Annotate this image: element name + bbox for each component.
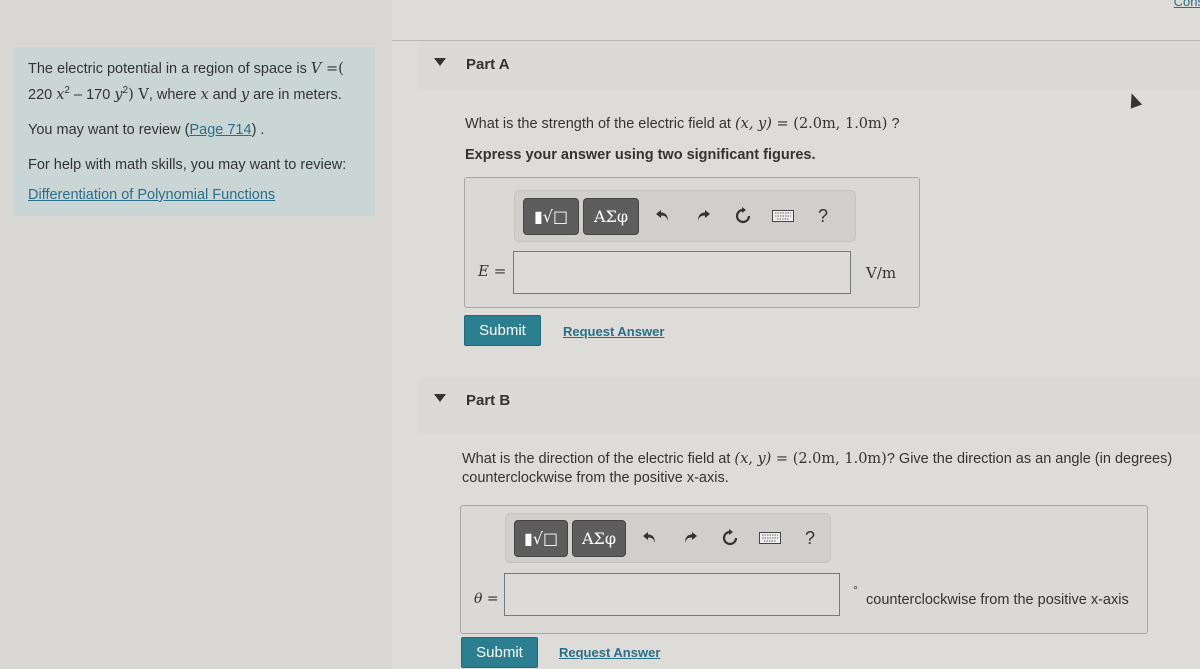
part-a-instruction: Express your answer using two significan… bbox=[465, 147, 816, 163]
e-answer-input[interactable] bbox=[513, 251, 851, 294]
collapse-triangle-icon[interactable] bbox=[434, 394, 446, 402]
part-a-request-answer-link[interactable]: Request Answer bbox=[563, 324, 664, 339]
part-b-math-toolbar: ▮√□ ΑΣφ ? bbox=[505, 513, 831, 563]
part-a-title: Part A bbox=[466, 56, 510, 73]
problem-intro: The electric potential in a region of sp… bbox=[14, 47, 375, 216]
part-a-math-toolbar: ▮√□ ΑΣφ ? bbox=[514, 190, 856, 242]
greek-symbols-button[interactable]: ΑΣφ bbox=[583, 197, 639, 235]
part-a-submit-button[interactable]: Submit bbox=[464, 315, 541, 346]
redo-icon[interactable] bbox=[683, 209, 723, 223]
greek-symbols-button[interactable]: ΑΣφ bbox=[572, 519, 626, 557]
theta-field-label: θ = bbox=[474, 591, 499, 607]
direction-unit-label: counterclockwise from the positive x-axi… bbox=[866, 592, 1129, 608]
e-field-label: E = bbox=[478, 262, 507, 280]
keyboard-icon[interactable] bbox=[750, 532, 790, 544]
part-a-header[interactable]: Part A bbox=[418, 42, 1200, 90]
part-b-request-answer-link[interactable]: Request Answer bbox=[559, 645, 660, 660]
constants-link[interactable]: Cons bbox=[1174, 0, 1200, 9]
help-icon[interactable]: ? bbox=[803, 206, 843, 227]
redo-icon[interactable] bbox=[670, 531, 710, 545]
reset-icon[interactable] bbox=[710, 529, 750, 547]
part-a-question: What is the strength of the electric fie… bbox=[465, 116, 900, 132]
differentiation-link[interactable]: Differentiation of Polynomial Functions bbox=[28, 187, 275, 203]
templates-button[interactable]: ▮√□ bbox=[523, 197, 579, 235]
help-icon[interactable]: ? bbox=[790, 528, 830, 549]
part-b-title: Part B bbox=[466, 392, 511, 409]
degree-symbol: ° bbox=[853, 583, 858, 597]
collapse-triangle-icon[interactable] bbox=[434, 58, 446, 66]
divider bbox=[392, 40, 1200, 41]
undo-icon[interactable] bbox=[643, 209, 683, 223]
keyboard-icon[interactable] bbox=[763, 210, 803, 222]
part-b-submit-button[interactable]: Submit bbox=[461, 637, 538, 668]
page-714-link[interactable]: Page 714 bbox=[189, 122, 251, 138]
help-text: For help with math skills, you may want … bbox=[28, 156, 347, 173]
templates-button[interactable]: ▮√□ bbox=[514, 519, 568, 557]
part-b-question: What is the direction of the electric fi… bbox=[462, 451, 1173, 486]
undo-icon[interactable] bbox=[630, 531, 670, 545]
problem-statement: The electric potential in a region of sp… bbox=[28, 61, 344, 103]
theta-answer-input[interactable] bbox=[504, 573, 840, 616]
reset-icon[interactable] bbox=[723, 207, 763, 225]
review-text: You may want to review (Page 714) . bbox=[28, 121, 265, 138]
unit-label: V/m bbox=[866, 264, 897, 282]
part-b-header[interactable]: Part B bbox=[418, 378, 1200, 434]
